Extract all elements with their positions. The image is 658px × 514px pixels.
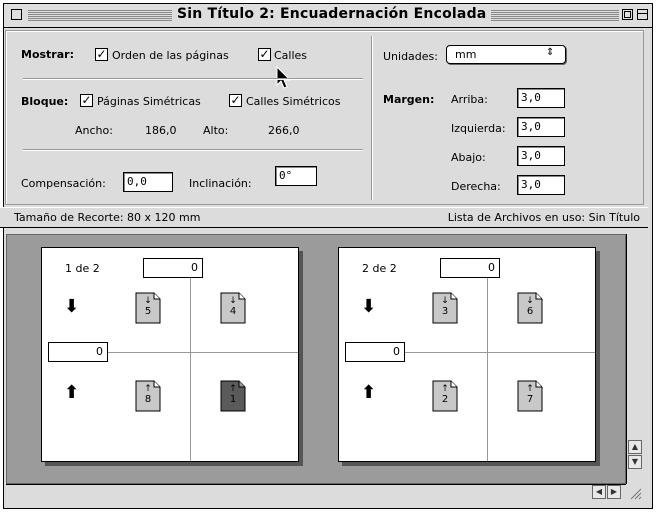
page-icon[interactable]: ↓ 3 (432, 292, 458, 324)
derecha-label: Derecha: (451, 180, 501, 193)
gutter-vertical (487, 268, 488, 461)
unidades-select[interactable]: mm ⇕ (446, 45, 566, 64)
izquierda-label: Izquierda: (451, 122, 506, 135)
compensacion-label: Compensación: (21, 177, 106, 190)
page-number: 5 (144, 306, 152, 317)
page-number: 1 (229, 394, 237, 405)
paginas-simetricas-label: Páginas Simétricas (97, 95, 201, 108)
resize-grip-icon[interactable] (628, 486, 642, 500)
arrow-down-icon: ⬇ (64, 296, 80, 317)
vertical-scrollbar[interactable]: ▲ ▼ (626, 234, 644, 484)
gutter-vertical (190, 268, 191, 461)
paginas-simetricas-checkbox[interactable]: ✓ (80, 94, 93, 107)
page-icon[interactable]: ↓ 6 (517, 292, 543, 324)
page-number: 2 (441, 394, 449, 405)
orden-paginas-checkbox[interactable]: ✓ (95, 48, 108, 61)
calles-simetricos-label: Calles Simétricos (246, 95, 341, 108)
page-number: 6 (526, 306, 534, 317)
calles-simetricos-checkbox[interactable]: ✓ (229, 94, 242, 107)
spread-top-field[interactable]: 0 (440, 258, 500, 278)
close-box-icon[interactable] (11, 9, 22, 20)
page-icon[interactable]: ↓ 5 (135, 292, 161, 324)
scroll-up-icon[interactable]: ▲ (628, 440, 642, 454)
derecha-field[interactable]: 3,0 (517, 175, 565, 195)
spread-label: 1 de 2 (65, 262, 100, 275)
bloque-label: Bloque: (21, 95, 69, 108)
page-number: 7 (526, 394, 534, 405)
zoom-box-icon[interactable] (622, 9, 633, 20)
spread-side-field[interactable]: 0 (48, 342, 108, 362)
horizontal-scrollbar[interactable]: ◀ ▶ (6, 484, 626, 500)
page-icon[interactable]: ↑ 7 (517, 380, 543, 412)
page-icon[interactable]: ↑ 2 (432, 380, 458, 412)
arrow-up-icon: ⬆ (361, 382, 377, 403)
collapse-box-icon[interactable] (637, 9, 648, 20)
unidades-label: Unidades: (383, 50, 438, 63)
page-icon[interactable]: ↓ 4 (220, 292, 246, 324)
calles-label: Calles (274, 49, 308, 62)
divider (23, 78, 363, 80)
abajo-field[interactable]: 3,0 (517, 146, 565, 166)
margen-label: Margen: (383, 93, 435, 106)
spread-label: 2 de 2 (362, 262, 397, 275)
compensacion-field[interactable]: 0,0 (123, 172, 173, 192)
page-number: 4 (229, 306, 237, 317)
unidades-value: mm (455, 48, 477, 61)
calles-checkbox[interactable]: ✓ (258, 48, 271, 61)
scroll-right-icon[interactable]: ▶ (607, 485, 621, 499)
mostrar-label: Mostrar: (21, 48, 74, 61)
inclinacion-field[interactable]: 0° (275, 166, 317, 186)
divider (23, 149, 363, 151)
arrow-up-icon: ⬆ (64, 382, 80, 403)
orden-paginas-label: Orden de las páginas (112, 49, 229, 62)
page-number: 8 (144, 394, 152, 405)
alto-label: Alto: (203, 124, 229, 137)
title-stripes-right (479, 9, 619, 21)
status-bar: Tamaño de Recorte: 80 x 120 mm Lista de … (0, 207, 648, 228)
title-stripes-left (28, 9, 173, 21)
divider (371, 36, 373, 200)
ancho-value: 186,0 (145, 124, 177, 137)
page-icon-selected[interactable]: ↑ 1 (220, 380, 246, 412)
updown-arrows-icon: ⇕ (546, 47, 555, 58)
spread-side-field[interactable]: 0 (345, 342, 405, 362)
scroll-down-icon[interactable]: ▼ (628, 455, 642, 469)
tamano-recorte: Tamaño de Recorte: 80 x 120 mm (14, 211, 201, 224)
page-number: 3 (441, 306, 449, 317)
arrow-down-icon: ⬇ (361, 296, 377, 317)
ancho-label: Ancho: (75, 124, 113, 137)
spread-top-field[interactable]: 0 (143, 258, 203, 278)
page-icon[interactable]: ↑ 8 (135, 380, 161, 412)
spread-2[interactable]: 2 de 2 0 0 ⬇ ⬆ ↓ 3 ↓ 6 ↑ 2 ↑ 7 (338, 247, 596, 462)
scroll-left-icon[interactable]: ◀ (592, 485, 606, 499)
arriba-label: Arriba: (451, 93, 488, 106)
gutter-horizontal (399, 352, 595, 353)
lista-archivos: Lista de Archivos en uso: Sin Título (447, 211, 640, 224)
window-title: Sin Título 2: Encuadernación Encolada (172, 6, 492, 22)
alto-value: 266,0 (268, 124, 300, 137)
izquierda-field[interactable]: 3,0 (517, 117, 565, 137)
title-bar[interactable]: Sin Título 2: Encuadernación Encolada (4, 4, 652, 28)
abajo-label: Abajo: (451, 151, 486, 164)
gutter-horizontal (102, 352, 298, 353)
spread-1[interactable]: 1 de 2 0 0 ⬇ ⬆ ↓ 5 ↓ 4 ↑ 8 ↑ 1 (41, 247, 299, 462)
arriba-field[interactable]: 3,0 (517, 88, 565, 108)
inclinacion-label: Inclinación: (189, 177, 252, 190)
